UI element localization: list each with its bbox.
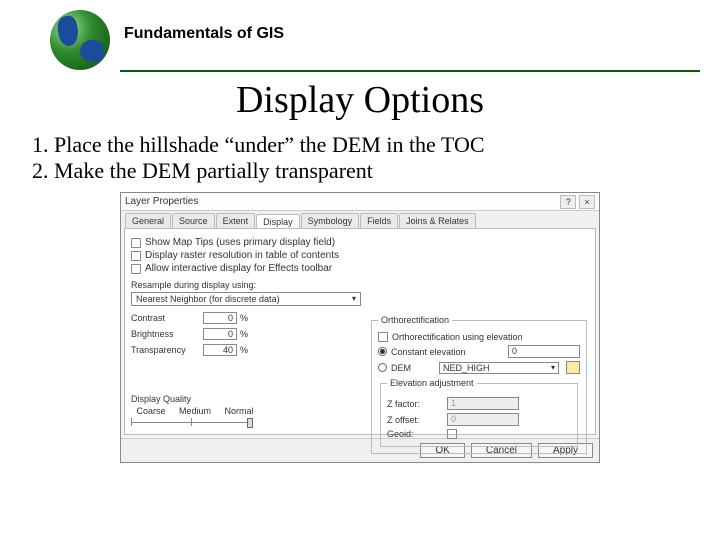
tab-source[interactable]: Source (172, 213, 215, 228)
checkbox-maptips[interactable] (131, 238, 141, 248)
transparency-pct: % (240, 345, 248, 355)
brightness-pct: % (240, 329, 248, 339)
resample-label: Resample during display using: (131, 280, 589, 290)
pixeladj-legend: Elevation adjustment (387, 378, 477, 388)
dem-value: NED_HIGH (443, 363, 490, 373)
dem-label: DEM (391, 363, 411, 373)
ortho-legend: Orthorectification (378, 315, 452, 325)
ortho-enable-label: Orthorectification using elevation (392, 332, 523, 342)
dialog-titlebar: Layer Properties ? × (121, 193, 599, 211)
resample-dropdown[interactable]: Nearest Neighbor (for discrete data) ▾ (131, 292, 361, 306)
steps-list: Place the hillshade “under” the DEM in t… (30, 132, 700, 184)
chevron-down-icon: ▾ (352, 294, 356, 304)
maptips-label: Show Map Tips (uses primary display fiel… (145, 237, 335, 248)
page-title: Display Options (20, 78, 700, 122)
tab-symbology[interactable]: Symbology (301, 213, 360, 228)
quality-normal: Normal (219, 406, 259, 416)
quality-slider[interactable] (131, 416, 251, 428)
dialog-body: Show Map Tips (uses primary display fiel… (124, 228, 596, 435)
layer-properties-dialog: Layer Properties ? × General Source Exte… (120, 192, 600, 463)
zoffset-label: Z offset: (387, 415, 447, 425)
constant-input[interactable]: 0 (508, 345, 580, 358)
radio-dem[interactable] (378, 363, 387, 372)
step-item: Make the DEM partially transparent (54, 158, 700, 184)
header-rule (120, 70, 700, 72)
resample-value: Nearest Neighbor (for discrete data) (136, 294, 280, 304)
slide-header: Fundamentals of GIS (20, 10, 700, 70)
checkbox-effects[interactable] (131, 264, 141, 274)
zoffset-input[interactable]: 0 (447, 413, 519, 426)
elevation-adjustment-group: Elevation adjustment Z factor:1 Z offset… (380, 378, 578, 447)
constant-label: Constant elevation (391, 347, 466, 357)
resolution-label: Display raster resolution in table of co… (145, 250, 339, 261)
transparency-label: Transparency (131, 345, 203, 355)
help-button[interactable]: ? (560, 195, 576, 209)
transparency-input[interactable]: 40 (203, 344, 237, 356)
zfactor-input[interactable]: 1 (447, 397, 519, 410)
dialog-title: Layer Properties (125, 196, 198, 207)
tab-display[interactable]: Display (256, 214, 300, 229)
checkbox-geoid[interactable] (447, 429, 457, 439)
chevron-down-icon: ▾ (551, 363, 555, 372)
dem-dropdown[interactable]: NED_HIGH ▾ (439, 362, 559, 374)
contrast-pct: % (240, 313, 248, 323)
browse-folder-icon[interactable] (566, 361, 580, 374)
zfactor-label: Z factor: (387, 399, 447, 409)
tab-extent[interactable]: Extent (216, 213, 256, 228)
checkbox-ortho-enable[interactable] (378, 332, 388, 342)
quality-coarse: Coarse (131, 406, 171, 416)
step-item: Place the hillshade “under” the DEM in t… (54, 132, 700, 158)
geoid-label: Geoid: (387, 429, 447, 439)
tab-joins[interactable]: Joins & Relates (399, 213, 476, 228)
globe-icon (50, 10, 110, 70)
brightness-input[interactable]: 0 (203, 328, 237, 340)
course-title: Fundamentals of GIS (124, 25, 284, 43)
contrast-input[interactable]: 0 (203, 312, 237, 324)
effects-label: Allow interactive display for Effects to… (145, 263, 332, 274)
tab-fields[interactable]: Fields (360, 213, 398, 228)
checkbox-resolution[interactable] (131, 251, 141, 261)
brightness-label: Brightness (131, 329, 203, 339)
tab-general[interactable]: General (125, 213, 171, 228)
orthorectification-group: Orthorectification Orthorectification us… (371, 315, 587, 454)
quality-medium: Medium (175, 406, 215, 416)
tab-strip: General Source Extent Display Symbology … (121, 211, 599, 228)
close-button[interactable]: × (579, 195, 595, 209)
radio-constant[interactable] (378, 347, 387, 356)
contrast-label: Contrast (131, 313, 203, 323)
